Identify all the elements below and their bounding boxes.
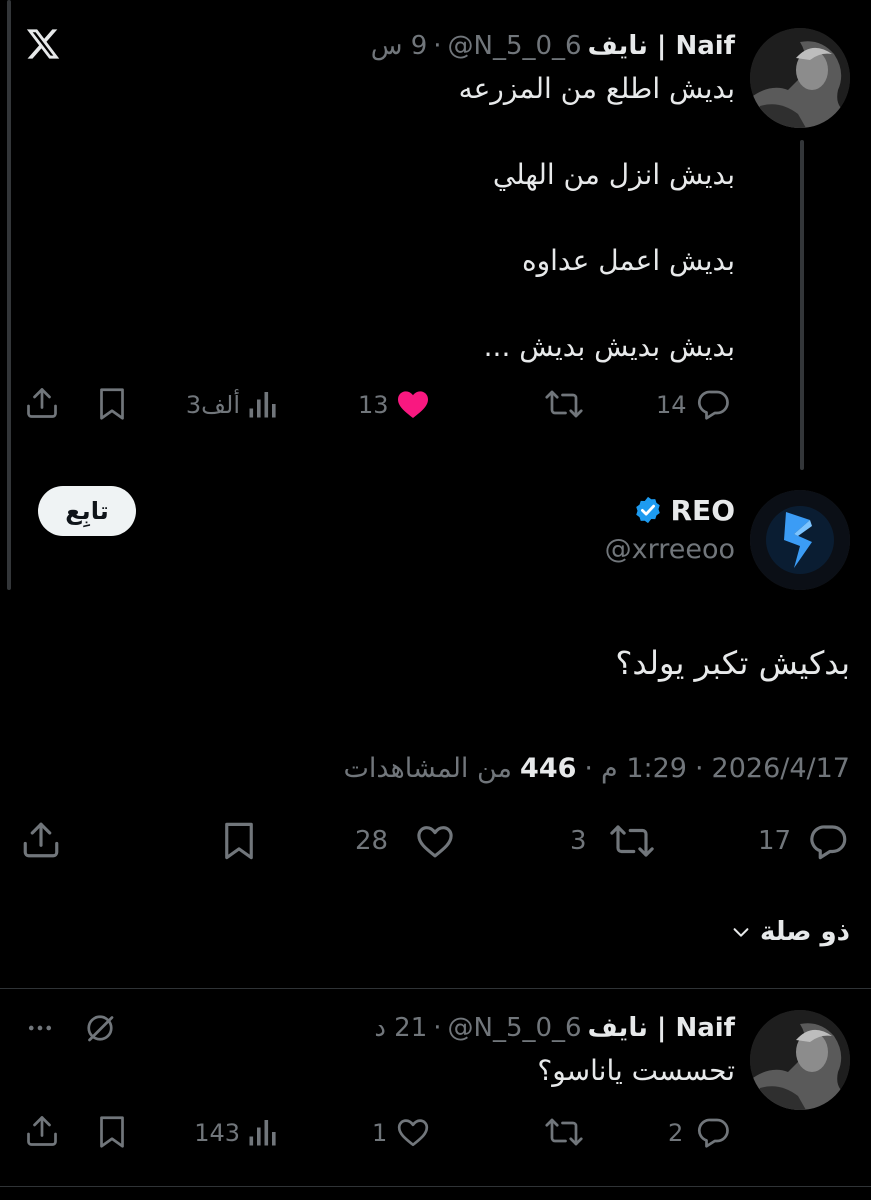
tweet-time: 1:29 م xyxy=(601,752,687,784)
reply-time[interactable]: 21 د xyxy=(374,1013,427,1043)
reply-author-avatar[interactable] xyxy=(750,1010,850,1110)
reply-tweet-text: تحسست ياناسو؟ xyxy=(537,1054,735,1087)
meta-separator-1: · xyxy=(694,752,704,784)
quote-author-avatar[interactable] xyxy=(750,28,850,128)
views-count[interactable]: 446 xyxy=(520,753,576,784)
reply-icon xyxy=(697,390,729,420)
x-logo-icon xyxy=(26,29,60,59)
quote-views-count: 3ألف xyxy=(185,391,240,419)
reply-author-handle[interactable]: @N_5_0_6 xyxy=(448,1013,582,1043)
share-icon[interactable] xyxy=(24,384,60,422)
quote-thread-line xyxy=(7,0,11,590)
heart-icon xyxy=(417,826,453,858)
reply-separator: · xyxy=(433,1013,442,1043)
quote-separator: · xyxy=(433,31,442,61)
chevron-down-icon xyxy=(733,928,749,937)
reply-reply-count: 2 xyxy=(668,1119,684,1147)
views-label[interactable]: من المشاهدات xyxy=(343,753,512,784)
views-icon xyxy=(249,1120,276,1146)
quote-line-1: بديش اطلع من المزرعه xyxy=(458,72,735,105)
related-toggle[interactable]: ذو صلة xyxy=(600,912,850,952)
retweet-icon xyxy=(610,825,654,857)
main-tweet-text: بدكيش تكبر يولد؟ xyxy=(615,644,850,682)
reply-icon xyxy=(697,1118,729,1148)
main-author-avatar[interactable] xyxy=(750,490,850,590)
quote-header: نايف | Naif @N_5_0_6 · 9 س xyxy=(340,28,735,64)
quote-line-4: بديش بديش بديش ... xyxy=(483,330,735,363)
quote-line-2: بديش انزل من الهلي xyxy=(492,158,735,191)
follow-button[interactable]: تابِع xyxy=(38,486,136,536)
quote-author-name[interactable]: نايف | Naif xyxy=(588,31,735,61)
bookmark-icon[interactable] xyxy=(220,820,258,862)
retweet-icon[interactable] xyxy=(544,1114,584,1150)
main-author-handle[interactable]: @xrreeoo xyxy=(420,534,735,565)
views-icon xyxy=(249,392,276,418)
reply-header: نايف | Naif @N_5_0_6 · 21 د xyxy=(340,1010,735,1046)
main-reply-count: 17 xyxy=(758,826,792,856)
related-label: ذو صلة xyxy=(759,917,850,947)
reply-icon xyxy=(810,825,847,860)
quote-reply-count: 14 xyxy=(656,391,687,419)
main-author-name[interactable]: REO xyxy=(671,494,736,527)
retweet-icon xyxy=(545,390,583,418)
meta-separator-2: · xyxy=(584,752,593,784)
main-like-count: 28 xyxy=(355,826,389,856)
more-icon[interactable] xyxy=(22,1014,58,1042)
quote-author-handle[interactable]: @N_5_0_6 xyxy=(448,31,582,61)
grok-icon[interactable] xyxy=(82,1010,118,1046)
quote-time[interactable]: 9 س xyxy=(371,31,428,61)
main-tweet-meta: 2026/4/17 · 1:29 م · 446 من المشاهدات xyxy=(300,748,850,788)
heart-icon xyxy=(398,391,428,418)
reply-views-count: 143 xyxy=(194,1119,240,1147)
share-icon[interactable] xyxy=(24,1112,60,1150)
main-author-name-row[interactable]: REO xyxy=(560,490,735,530)
heart-icon xyxy=(397,1119,429,1147)
divider xyxy=(0,988,871,989)
quote-like-count: 13 xyxy=(358,391,389,419)
main-retweet-count: 3 xyxy=(570,826,587,856)
share-icon[interactable] xyxy=(20,818,62,862)
bookmark-icon[interactable] xyxy=(96,386,128,422)
tweet-date: 2026/4/17 xyxy=(711,752,850,784)
reply-like-count: 1 xyxy=(372,1119,388,1147)
reply-author-name[interactable]: نايف | Naif xyxy=(588,1013,735,1043)
quote-line-3: بديش اعمل عداوه xyxy=(521,244,735,277)
bottom-divider xyxy=(0,1186,871,1187)
verified-badge-icon xyxy=(635,496,660,524)
bookmark-icon[interactable] xyxy=(96,1114,128,1150)
avatar-thread-line xyxy=(800,140,804,470)
